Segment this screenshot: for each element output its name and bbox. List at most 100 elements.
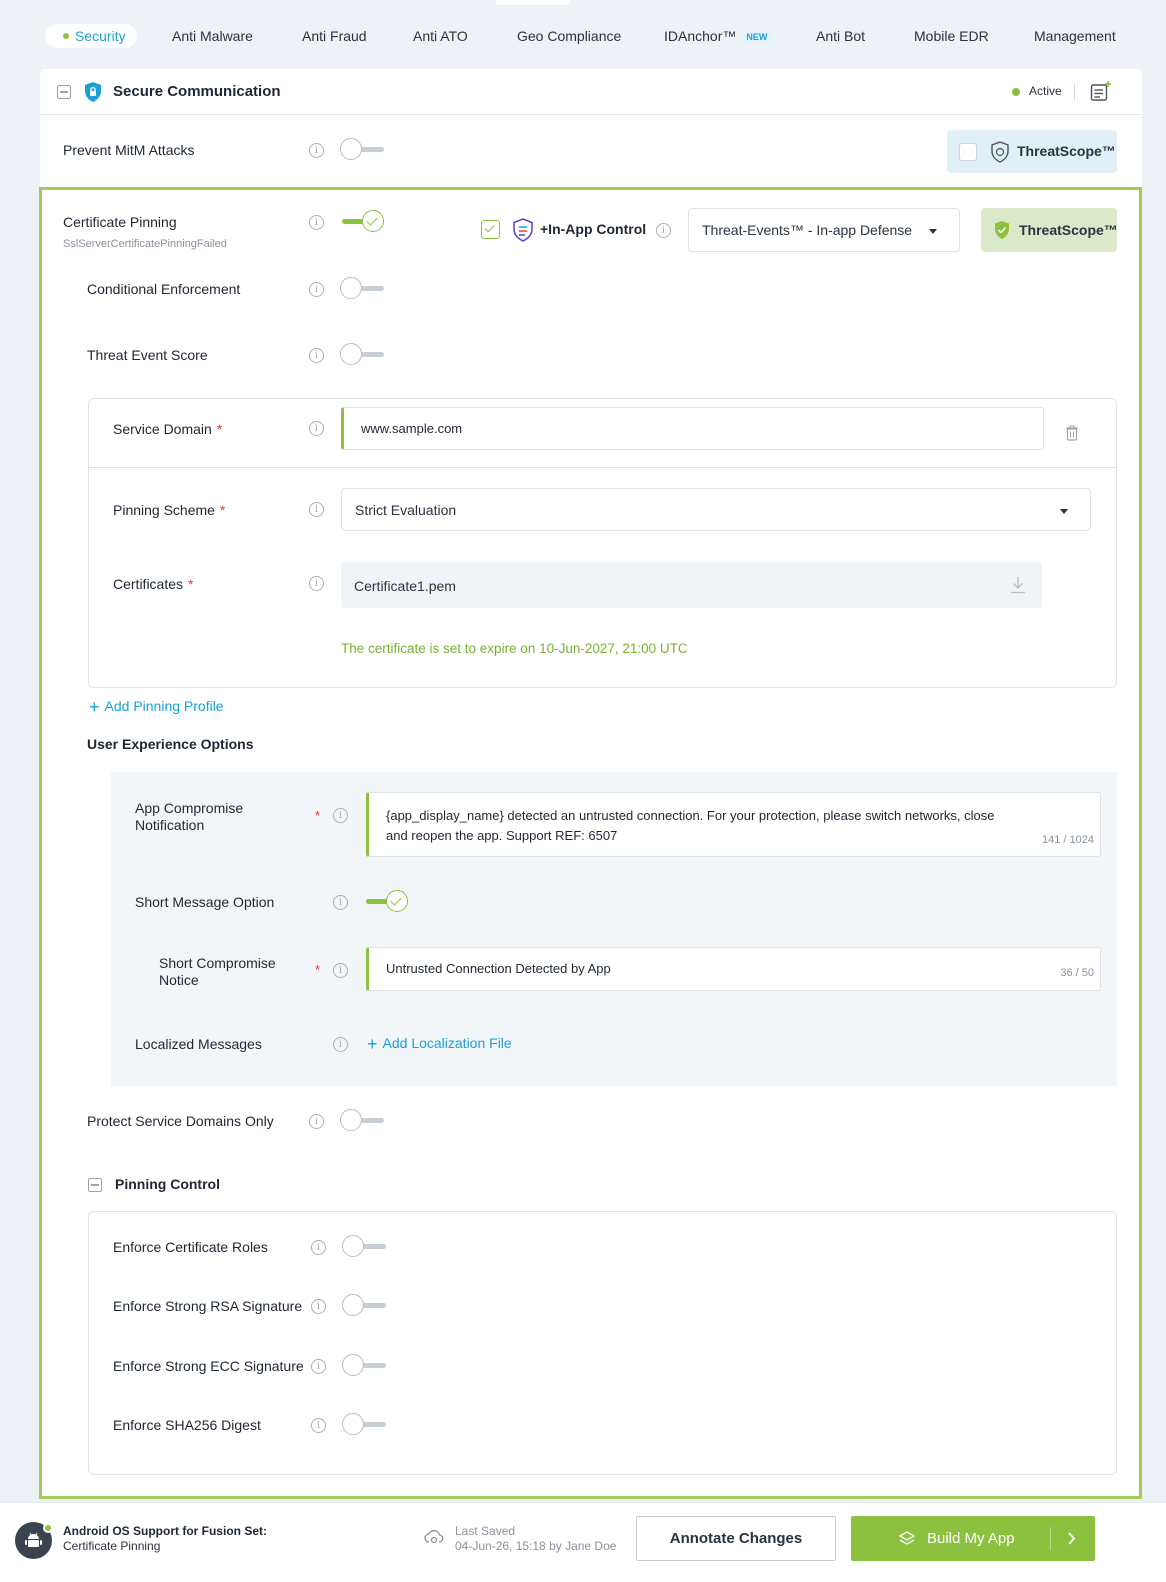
- threat-event-score-toggle[interactable]: [340, 343, 386, 367]
- threatscope-pinning-button[interactable]: ThreatScope™: [981, 208, 1118, 252]
- protect-domains-toggle[interactable]: [340, 1109, 386, 1133]
- cert-pinning-label: Certificate Pinning: [63, 214, 177, 230]
- enforce-cert-roles-label: Enforce Certificate Roles: [113, 1239, 268, 1255]
- ux-options-title: User Experience Options: [87, 736, 254, 752]
- new-badge: NEW: [742, 30, 772, 44]
- enforce-ecc-toggle[interactable]: [342, 1354, 388, 1378]
- status-dot-icon: [1012, 88, 1020, 96]
- platform-title: Android OS Support for Fusion Set:: [63, 1524, 267, 1538]
- collapse-icon[interactable]: [57, 85, 71, 99]
- enforce-sha256-toggle[interactable]: [342, 1413, 388, 1437]
- pinning-scheme-value: Strict Evaluation: [355, 502, 457, 518]
- threatscope-label: ThreatScope™: [1019, 222, 1118, 238]
- short-compromise-label: Short Compromise Notice: [159, 955, 276, 988]
- info-icon[interactable]: i: [656, 223, 671, 238]
- tab-anti-bot[interactable]: Anti Bot: [816, 24, 865, 48]
- divider: [1050, 1527, 1051, 1550]
- info-icon[interactable]: i: [309, 348, 324, 363]
- certificates-label: Certificates *: [113, 576, 194, 592]
- android-avatar: [15, 1522, 53, 1559]
- tab-handle: [495, 0, 570, 5]
- divider: [89, 467, 1116, 468]
- info-icon[interactable]: i: [309, 421, 324, 436]
- tab-security[interactable]: Security: [45, 24, 137, 48]
- in-app-control-checkbox[interactable]: [481, 220, 500, 239]
- shield-check-icon: [995, 221, 1009, 239]
- tab-anti-malware[interactable]: Anti Malware: [172, 24, 253, 48]
- pinning-control-title: Pinning Control: [115, 1176, 220, 1192]
- enforce-rsa-label: Enforce Strong RSA Signature: [113, 1298, 303, 1314]
- char-counter: 141 / 1024: [1042, 834, 1094, 846]
- build-my-app-button[interactable]: Build My App: [851, 1516, 1095, 1561]
- service-domain-input[interactable]: www.sample.com: [341, 407, 1044, 450]
- section-title: Secure Communication: [113, 83, 281, 100]
- enforce-cert-roles-toggle[interactable]: [342, 1235, 388, 1259]
- threatscope-checkbox[interactable]: [959, 143, 977, 161]
- threat-event-score-label: Threat Event Score: [87, 347, 208, 363]
- app-compromise-textarea[interactable]: {app_display_name} detected an untrusted…: [366, 792, 1101, 857]
- shield-outline-icon: [991, 141, 1009, 163]
- platform-subtitle: Certificate Pinning: [63, 1539, 161, 1553]
- threatscope-mitm-button[interactable]: ThreatScope™: [947, 130, 1117, 173]
- info-icon[interactable]: i: [333, 963, 348, 978]
- info-icon[interactable]: i: [333, 808, 348, 823]
- tab-anti-ato[interactable]: Anti ATO: [413, 24, 468, 48]
- download-icon[interactable]: [1010, 576, 1026, 594]
- prevent-mitm-label: Prevent MitM Attacks: [63, 142, 195, 158]
- tab-mobile-edr[interactable]: Mobile EDR: [914, 24, 989, 48]
- tab-idanchor[interactable]: IDAnchor™ NEW: [664, 24, 772, 48]
- chevron-down-icon: [929, 229, 937, 234]
- info-icon[interactable]: i: [309, 576, 324, 591]
- certificate-file-name: Certificate1.pem: [354, 578, 456, 594]
- defense-select-value: Threat-Events™ - In-app Defense: [702, 222, 913, 238]
- tab-geo-compliance[interactable]: Geo Compliance: [517, 24, 621, 48]
- info-icon[interactable]: i: [333, 895, 348, 910]
- card-header: Secure Communication Active: [40, 69, 1142, 115]
- certificate-file-field[interactable]: Certificate1.pem: [341, 562, 1042, 608]
- chevron-right-icon[interactable]: [1067, 1532, 1076, 1545]
- info-icon[interactable]: i: [309, 143, 324, 158]
- conditional-enforcement-toggle[interactable]: [340, 277, 386, 301]
- plus-icon: +: [367, 1034, 378, 1054]
- textarea-line: and reopen the app. Support REF: 6507: [386, 828, 618, 843]
- info-icon[interactable]: i: [309, 215, 324, 230]
- in-app-shield-icon: [513, 218, 533, 242]
- status-dot-icon: [43, 1523, 53, 1533]
- cloud-sync-icon: [424, 1529, 444, 1544]
- collapse-icon[interactable]: [88, 1178, 102, 1192]
- info-icon[interactable]: i: [311, 1299, 326, 1314]
- short-message-toggle[interactable]: [364, 890, 410, 914]
- info-icon[interactable]: i: [309, 502, 324, 517]
- module-tabs: Security Anti Malware Anti Fraud Anti AT…: [0, 0, 1166, 70]
- prevent-mitm-toggle[interactable]: [340, 138, 386, 162]
- annotate-changes-button[interactable]: Annotate Changes: [636, 1516, 836, 1561]
- tab-anti-fraud[interactable]: Anti Fraud: [302, 24, 367, 48]
- trash-icon[interactable]: [1065, 425, 1079, 441]
- pinning-scheme-select[interactable]: Strict Evaluation: [341, 488, 1091, 531]
- last-saved-label: Last Saved: [455, 1524, 516, 1538]
- short-message-label: Short Message Option: [135, 894, 275, 910]
- add-pinning-profile-link[interactable]: + Add Pinning Profile: [89, 697, 224, 718]
- tab-management[interactable]: Management: [1034, 24, 1116, 48]
- add-localization-link[interactable]: + Add Localization File: [367, 1034, 512, 1055]
- info-icon[interactable]: i: [309, 1114, 324, 1129]
- short-compromise-value: Untrusted Connection Detected by App: [386, 961, 611, 976]
- build-my-app-label: Build My App: [927, 1530, 1015, 1547]
- char-counter: 36 / 50: [1060, 967, 1094, 979]
- info-icon[interactable]: i: [311, 1240, 326, 1255]
- cert-pinning-event-name: SslServerCertificatePinningFailed: [63, 238, 227, 250]
- add-note-icon[interactable]: [1090, 80, 1112, 102]
- cert-pinning-toggle[interactable]: [340, 210, 386, 234]
- textarea-line: {app_display_name} detected an untrusted…: [386, 808, 995, 823]
- shield-lock-icon: [85, 82, 101, 102]
- enforce-rsa-toggle[interactable]: [342, 1294, 388, 1318]
- info-icon[interactable]: i: [311, 1418, 326, 1433]
- defense-select[interactable]: Threat-Events™ - In-app Defense: [688, 208, 960, 252]
- protect-domains-label: Protect Service Domains Only: [87, 1113, 274, 1129]
- divider: [1074, 83, 1075, 101]
- certificate-expiry-note: The certificate is set to expire on 10-J…: [341, 641, 688, 656]
- info-icon[interactable]: i: [333, 1037, 348, 1052]
- info-icon[interactable]: i: [309, 282, 324, 297]
- short-compromise-input[interactable]: Untrusted Connection Detected by App 36 …: [366, 947, 1101, 991]
- info-icon[interactable]: i: [311, 1359, 326, 1374]
